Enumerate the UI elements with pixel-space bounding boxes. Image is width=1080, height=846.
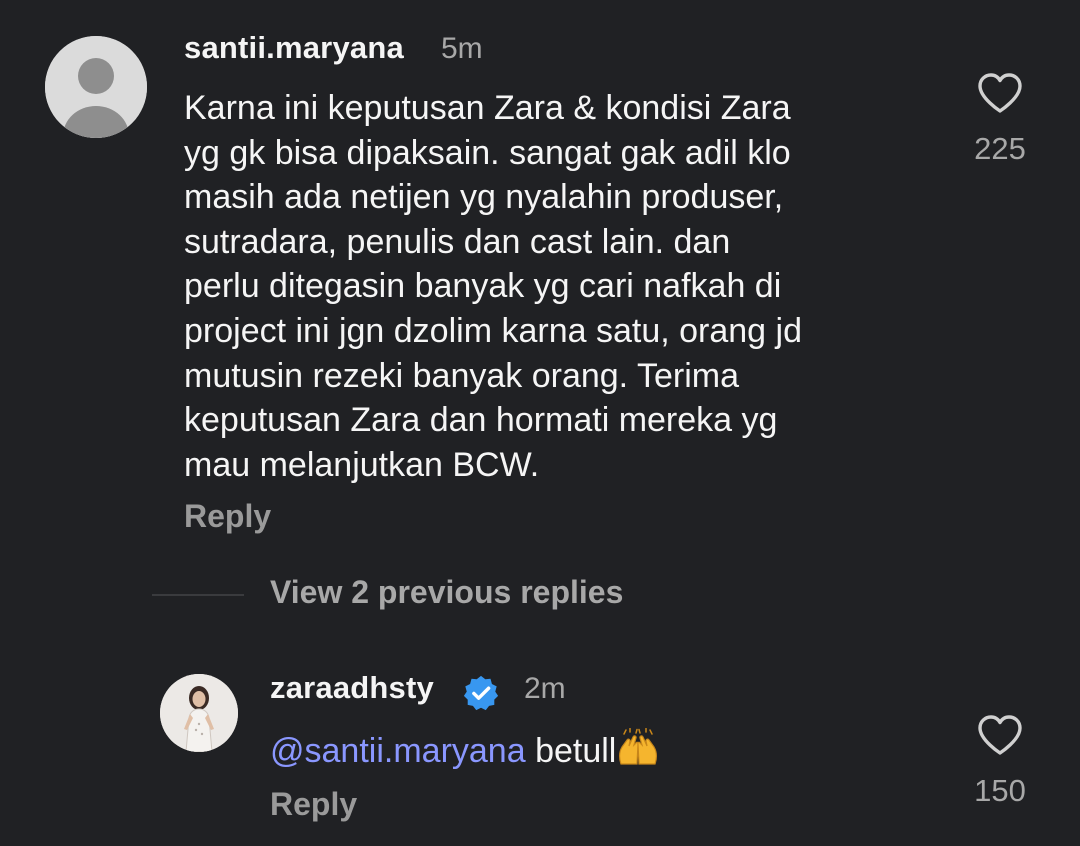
comment-timestamp: 5m [441, 32, 483, 65]
comment-text: @santii.maryana betull [270, 728, 1030, 774]
profile-photo [160, 674, 238, 752]
avatar[interactable] [45, 36, 147, 138]
comment-username[interactable]: zaraadhsty [270, 670, 434, 706]
default-avatar-icon [45, 36, 147, 138]
like-count: 225 [974, 131, 1026, 166]
like-count: 150 [974, 773, 1026, 808]
reply-button[interactable]: Reply [184, 498, 271, 535]
comment-timestamp: 2m [524, 672, 566, 705]
view-previous-replies-button[interactable]: View 2 previous replies [270, 574, 623, 611]
comment-text: Karna ini keputusan Zara & kondisi Zara … [184, 89, 802, 484]
mention-link[interactable]: @santii.maryana [270, 732, 526, 770]
comment-username[interactable]: santii.maryana [184, 30, 404, 66]
heart-outline-icon[interactable] [976, 714, 1024, 756]
heart-outline-icon[interactable] [976, 72, 1024, 114]
replies-divider [152, 594, 244, 596]
verified-badge-icon [463, 675, 499, 711]
avatar[interactable] [160, 674, 238, 752]
reply-button[interactable]: Reply [270, 786, 357, 823]
reply-text: betull [525, 732, 617, 770]
raising-hands-emoji [619, 728, 658, 765]
